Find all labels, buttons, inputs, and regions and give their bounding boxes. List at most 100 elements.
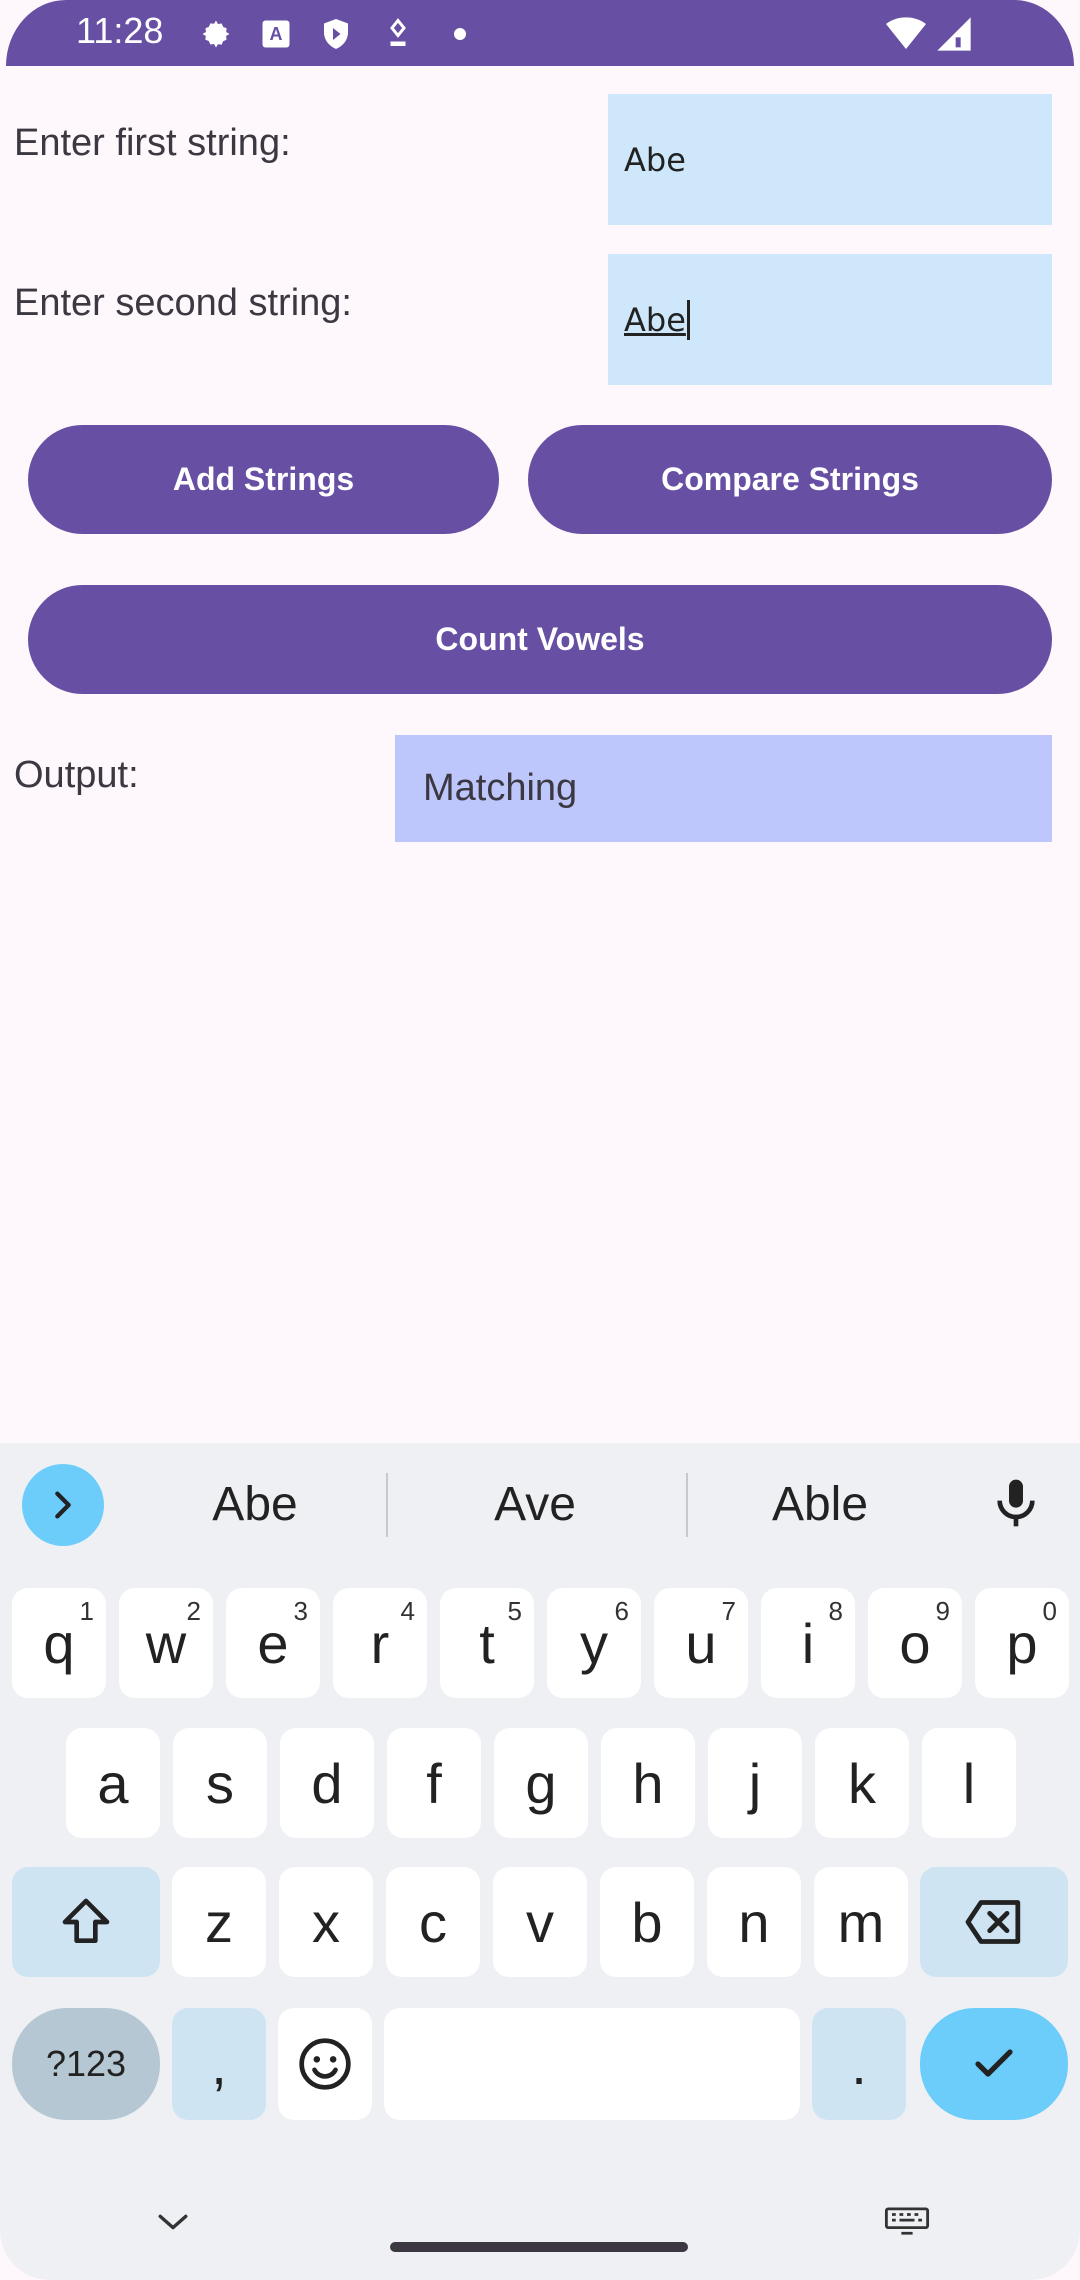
suggestion-2[interactable]: Ave [430, 1477, 640, 1532]
key-k[interactable]: k [815, 1728, 909, 1838]
font-icon: A [262, 20, 290, 48]
key-m[interactable]: m [814, 1867, 908, 1977]
key-label: i [801, 1611, 815, 1675]
shift-key[interactable] [12, 1867, 160, 1977]
key-t[interactable]: t5 [440, 1588, 534, 1698]
key-label: c [419, 1890, 447, 1954]
svg-text:A: A [270, 24, 283, 44]
second-string-value: Abe [624, 300, 686, 339]
key-s[interactable]: s [173, 1728, 267, 1838]
settings-icon [202, 20, 230, 48]
key-w[interactable]: w2 [119, 1588, 213, 1698]
key-number-hint: 0 [1042, 1596, 1057, 1626]
key-label: n [738, 1890, 770, 1954]
emoji-key[interactable] [278, 2008, 372, 2120]
location-pin-icon [390, 18, 406, 46]
backspace-icon [965, 1900, 1021, 1944]
key-label: z [205, 1890, 233, 1954]
period-key[interactable]: . [812, 2008, 906, 2120]
key-label: a [97, 1751, 129, 1815]
home-gesture-bar[interactable] [390, 2242, 688, 2252]
key-d[interactable]: d [280, 1728, 374, 1838]
key-o[interactable]: o9 [868, 1588, 962, 1698]
key-b[interactable]: b [600, 1867, 694, 1977]
key-label: b [631, 1890, 663, 1954]
output-field: Matching [395, 735, 1052, 842]
key-l[interactable]: l [922, 1728, 1016, 1838]
suggestion-3[interactable]: Able [715, 1477, 925, 1532]
key-a[interactable]: a [66, 1728, 160, 1838]
key-number-hint: 8 [828, 1596, 843, 1626]
key-label: v [526, 1890, 554, 1954]
text-cursor [686, 299, 690, 340]
key-number-hint: 5 [507, 1596, 522, 1626]
output-value: Matching [423, 767, 578, 809]
second-string-label: Enter second string: [14, 282, 352, 324]
soft-keyboard: Abe Ave Able q1w2e3r4t5y6u7i8o9p0 asdfgh… [0, 1443, 1080, 2280]
emoji-icon [299, 2038, 351, 2090]
suggestion-1[interactable]: Abe [150, 1477, 360, 1532]
key-label: o [899, 1611, 931, 1675]
status-time: 11:28 [76, 10, 164, 51]
key-label: w [145, 1611, 187, 1675]
add-strings-button[interactable]: Add Strings [28, 425, 499, 534]
wifi-icon [886, 17, 926, 49]
shield-icon [324, 19, 348, 49]
count-vowels-button[interactable]: Count Vowels [28, 585, 1052, 694]
key-r[interactable]: r4 [333, 1588, 427, 1698]
key-v[interactable]: v [493, 1867, 587, 1977]
key-c[interactable]: c [386, 1867, 480, 1977]
suggestion-expand-button[interactable] [22, 1464, 104, 1546]
key-label: p [1006, 1611, 1038, 1675]
microphone-icon[interactable] [988, 1473, 1044, 1533]
key-number-hint: 2 [186, 1596, 201, 1626]
key-u[interactable]: u7 [654, 1588, 748, 1698]
key-label: m [837, 1890, 885, 1954]
key-i[interactable]: i8 [761, 1588, 855, 1698]
key-number-hint: 4 [400, 1596, 415, 1626]
key-e[interactable]: e3 [226, 1588, 320, 1698]
first-string-input[interactable]: Abe [608, 94, 1052, 225]
key-label: e [257, 1611, 289, 1675]
backspace-key[interactable] [920, 1867, 1068, 1977]
key-n[interactable]: n [707, 1867, 801, 1977]
enter-key[interactable] [920, 2008, 1068, 2120]
output-label: Output: [14, 754, 139, 796]
first-string-value: Abe [624, 140, 686, 179]
key-p[interactable]: p0 [975, 1588, 1069, 1698]
key-label: h [632, 1751, 664, 1815]
shift-icon [62, 1898, 110, 1943]
key-g[interactable]: g [494, 1728, 588, 1838]
first-string-label: Enter first string: [14, 122, 291, 164]
key-q[interactable]: q1 [12, 1588, 106, 1698]
key-z[interactable]: z [172, 1867, 266, 1977]
key-x[interactable]: x [279, 1867, 373, 1977]
signal-icon [937, 17, 971, 51]
key-number-hint: 6 [614, 1596, 629, 1626]
key-label: s [206, 1751, 234, 1815]
key-f[interactable]: f [387, 1728, 481, 1838]
symbols-key[interactable]: ?123 [12, 2008, 160, 2120]
key-j[interactable]: j [708, 1728, 802, 1838]
space-key[interactable] [384, 2008, 800, 2120]
key-label: r [370, 1611, 390, 1675]
compare-strings-button[interactable]: Compare Strings [528, 425, 1052, 534]
dot-icon [454, 28, 466, 40]
key-label: q [43, 1611, 75, 1675]
comma-key[interactable]: , [172, 2008, 266, 2120]
key-label: u [685, 1611, 717, 1675]
keyboard-switch-icon[interactable] [884, 2207, 930, 2237]
suggestion-divider [386, 1473, 388, 1537]
key-label: l [962, 1751, 976, 1815]
second-string-input[interactable]: Abe [608, 254, 1052, 385]
hide-keyboard-icon[interactable] [156, 2211, 190, 2233]
key-h[interactable]: h [601, 1728, 695, 1838]
status-bar: 11:28 A [6, 0, 1074, 66]
suggestion-divider [686, 1473, 688, 1537]
key-number-hint: 1 [79, 1596, 94, 1626]
key-label: d [311, 1751, 343, 1815]
key-y[interactable]: y6 [547, 1588, 641, 1698]
key-label: y [580, 1611, 608, 1675]
key-number-hint: 3 [293, 1596, 308, 1626]
checkmark-icon [975, 2049, 1013, 2077]
